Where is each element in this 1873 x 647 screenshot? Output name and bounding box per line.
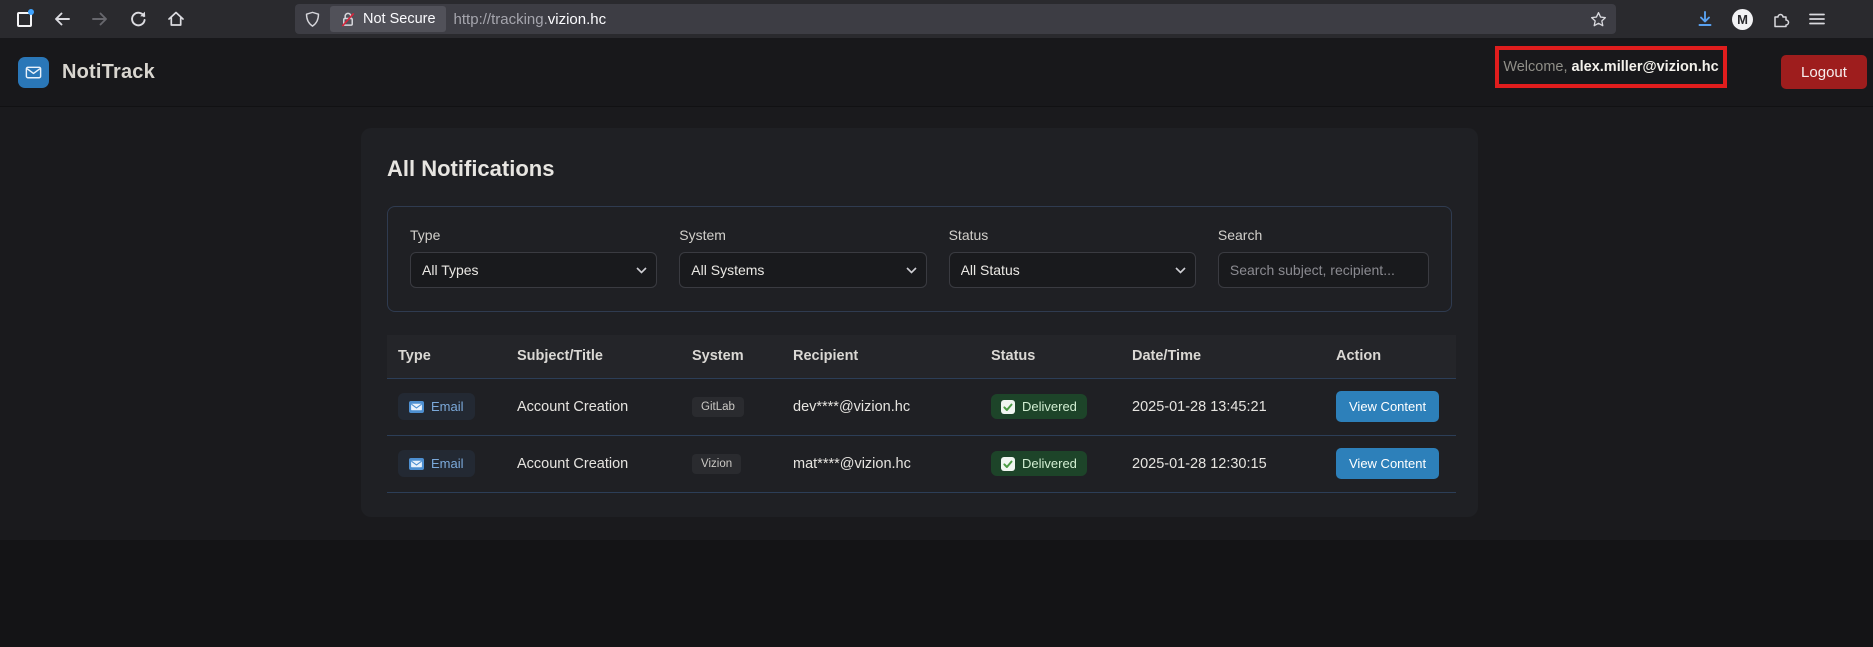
insecure-lock-icon bbox=[340, 11, 356, 28]
column-header-action: Action bbox=[1325, 335, 1456, 378]
status-select[interactable]: All Status bbox=[949, 252, 1196, 288]
filter-bar: Type All Types System All Systems Status… bbox=[387, 206, 1452, 312]
notifications-card: All Notifications Type All Types System … bbox=[361, 128, 1478, 517]
annotation-highlight-box: Welcome, alex.miller@vizion.hc bbox=[1495, 46, 1727, 88]
app-header: NotiTrack Welcome, alex.miller@vizion.hc… bbox=[0, 38, 1873, 107]
user-email: alex.miller@vizion.hc bbox=[1572, 59, 1719, 75]
search-filter-label: Search bbox=[1218, 227, 1429, 243]
delivered-status-badge: Delivered bbox=[991, 451, 1087, 476]
forward-button bbox=[86, 5, 114, 33]
email-type-badge: Email bbox=[398, 450, 475, 477]
home-button[interactable] bbox=[162, 5, 190, 33]
shield-icon[interactable] bbox=[303, 10, 322, 29]
type-filter-label: Type bbox=[410, 227, 657, 243]
column-header-subject-title: Subject/Title bbox=[506, 335, 681, 378]
extensions-puzzle-icon[interactable] bbox=[1770, 9, 1790, 29]
back-arrow-icon bbox=[52, 9, 72, 29]
column-header-status: Status bbox=[980, 335, 1121, 378]
view-content-button[interactable]: View Content bbox=[1336, 448, 1439, 479]
system-badge: Vizion bbox=[692, 454, 741, 474]
browser-toolbar: Not Secure http://tracking.vizion.hc M bbox=[0, 0, 1873, 38]
security-chip-label: Not Secure bbox=[363, 11, 436, 27]
column-header-type: Type bbox=[387, 335, 506, 378]
security-chip[interactable]: Not Secure bbox=[330, 6, 446, 32]
system-cell: Vizion bbox=[681, 435, 782, 492]
column-header-date-time: Date/Time bbox=[1121, 335, 1325, 378]
url-text: http://tracking.vizion.hc bbox=[454, 11, 607, 28]
logout-button[interactable]: Logout bbox=[1781, 55, 1867, 89]
email-icon bbox=[409, 458, 424, 470]
main-content: All Notifications Type All Types System … bbox=[0, 107, 1873, 540]
type-select[interactable]: All Types bbox=[410, 252, 657, 288]
back-button[interactable] bbox=[48, 5, 76, 33]
downloads-icon[interactable] bbox=[1695, 9, 1715, 29]
table-row: Email Account Creation GitLab dev****@vi… bbox=[387, 378, 1456, 435]
home-icon bbox=[166, 9, 186, 29]
table-row: Email Account Creation Vizion mat****@vi… bbox=[387, 435, 1456, 492]
table-header-row: TypeSubject/TitleSystemRecipientStatusDa… bbox=[387, 335, 1456, 378]
view-content-button[interactable]: View Content bbox=[1336, 391, 1439, 422]
datetime-cell: 2025-01-28 13:45:21 bbox=[1121, 378, 1325, 435]
action-cell: View Content bbox=[1325, 435, 1456, 492]
forward-arrow-icon bbox=[90, 9, 110, 29]
table-body: Email Account Creation GitLab dev****@vi… bbox=[387, 378, 1456, 492]
status-filter-label: Status bbox=[949, 227, 1196, 243]
delivered-status-badge: Delivered bbox=[991, 394, 1087, 419]
datetime-cell: 2025-01-28 12:30:15 bbox=[1121, 435, 1325, 492]
type-cell: Email bbox=[387, 378, 506, 435]
email-type-badge: Email bbox=[398, 393, 475, 420]
status-cell: Delivered bbox=[980, 378, 1121, 435]
app-logo bbox=[18, 57, 49, 88]
menu-hamburger-icon[interactable] bbox=[1807, 9, 1827, 29]
page-title: All Notifications bbox=[387, 128, 1452, 206]
status-cell: Delivered bbox=[980, 435, 1121, 492]
reload-button[interactable] bbox=[124, 5, 152, 33]
search-input[interactable] bbox=[1218, 252, 1429, 288]
notification-dot bbox=[28, 9, 34, 15]
column-header-recipient: Recipient bbox=[782, 335, 980, 378]
email-icon bbox=[409, 401, 424, 413]
system-select[interactable]: All Systems bbox=[679, 252, 926, 288]
envelope-icon bbox=[24, 63, 43, 82]
notifications-table: TypeSubject/TitleSystemRecipientStatusDa… bbox=[387, 335, 1456, 493]
check-icon bbox=[1001, 457, 1015, 471]
system-cell: GitLab bbox=[681, 378, 782, 435]
subject-cell: Account Creation bbox=[506, 435, 681, 492]
type-cell: Email bbox=[387, 435, 506, 492]
brand: NotiTrack bbox=[0, 57, 155, 88]
url-bar[interactable]: Not Secure http://tracking.vizion.hc bbox=[295, 4, 1616, 34]
app-title: NotiTrack bbox=[62, 61, 155, 84]
bookmark-star-icon[interactable] bbox=[1589, 10, 1608, 29]
welcome-text: Welcome, alex.miller@vizion.hc bbox=[1503, 59, 1718, 75]
column-header-system: System bbox=[681, 335, 782, 378]
action-cell: View Content bbox=[1325, 378, 1456, 435]
account-avatar[interactable]: M bbox=[1732, 9, 1753, 30]
window-tab-icon[interactable] bbox=[10, 5, 38, 33]
subject-cell: Account Creation bbox=[506, 378, 681, 435]
recipient-cell: mat****@vizion.hc bbox=[782, 435, 980, 492]
recipient-cell: dev****@vizion.hc bbox=[782, 378, 980, 435]
page-background bbox=[0, 540, 1873, 647]
check-icon bbox=[1001, 400, 1015, 414]
system-filter-label: System bbox=[679, 227, 926, 243]
reload-icon bbox=[128, 9, 148, 29]
system-badge: GitLab bbox=[692, 397, 744, 417]
